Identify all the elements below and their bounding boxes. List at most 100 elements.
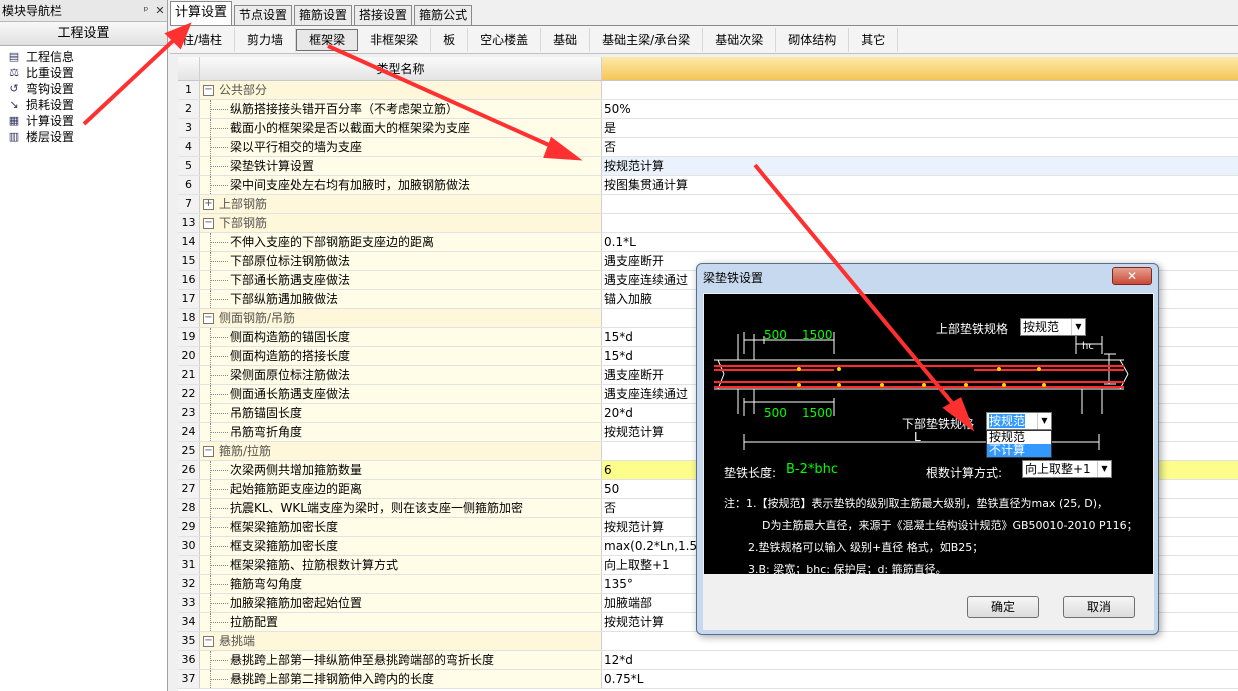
row-value[interactable]: 0.75*L	[602, 670, 1238, 688]
row-value[interactable]: 12*d	[602, 651, 1238, 669]
group-row[interactable]: 7 + 上部钢筋	[178, 195, 1238, 214]
tab[interactable]: 箍筋公式	[414, 5, 473, 25]
upper-pad-select[interactable]: 按规范 ▼	[1020, 318, 1086, 336]
close-icon[interactable]: ✕	[153, 4, 167, 17]
row-name: 悬挑跨上部第一排纵筋伸至悬挑跨端部的弯折长度	[230, 653, 495, 667]
nav-item[interactable]: ↘ 损耗设置	[0, 96, 167, 112]
row-name-cell: 加腋梁箍筋加密起始位置	[200, 594, 602, 612]
tree-line	[200, 328, 228, 346]
tab[interactable]: 箍筋设置	[294, 5, 353, 25]
row-name-cell: 梁中间支座处左右均有加腋时，加腋钢筋做法	[200, 176, 602, 194]
tab[interactable]: 计算设置	[170, 1, 233, 25]
row-name-cell: 侧面构造筋的锚固长度	[200, 328, 602, 346]
row-number: 26	[178, 461, 200, 479]
expand-icon[interactable]: +	[203, 198, 214, 210]
subtab[interactable]: 板	[431, 27, 469, 52]
nav-section-header[interactable]: 工程设置	[0, 22, 167, 46]
row-name-cell: 不伸入支座的下部钢筋距支座边的距离	[200, 233, 602, 251]
table-row[interactable]: 36 悬挑跨上部第一排纵筋伸至悬挑跨端部的弯折长度 12*d	[178, 651, 1238, 670]
row-name-cell: 框架梁箍筋加密长度	[200, 518, 602, 536]
lower-pad-option[interactable]: 不计算	[987, 444, 1051, 457]
dialog-close-button[interactable]: ✕	[1112, 267, 1152, 285]
row-name: 上部钢筋	[219, 197, 268, 211]
subtab[interactable]: 剪力墙	[235, 27, 297, 52]
row-value[interactable]: 按图集贯通计算	[602, 176, 1238, 194]
pad-length-value[interactable]: B-2*bhc	[786, 462, 838, 477]
row-name-cell: − 公共部分	[200, 81, 602, 99]
lower-pad-select[interactable]: 按规范 ▼	[986, 412, 1052, 430]
tab[interactable]: 搭接设置	[354, 5, 413, 25]
nav-item-label: 弯钩设置	[26, 81, 75, 96]
subtab[interactable]: 基础	[541, 27, 591, 52]
table-row[interactable]: 14 不伸入支座的下部钢筋距支座边的距离 0.1*L	[178, 233, 1238, 252]
subtab[interactable]: 基础主梁/承台梁	[590, 27, 704, 52]
row-value[interactable]: 按规范计算	[602, 157, 1238, 175]
cancel-button[interactable]: 取消	[1063, 596, 1135, 618]
row-name: 吊筋弯折角度	[230, 425, 303, 439]
dim-500-top: 500	[764, 328, 787, 342]
table-row[interactable]: 6 梁中间支座处左右均有加腋时，加腋钢筋做法 按图集贯通计算	[178, 176, 1238, 195]
subtab-bar: 柱/墙柱 剪力墙 框架梁 非框架梁板空心楼盖 基础 基础主梁/承台梁 基础次梁 砌体结构 其它	[170, 26, 1238, 54]
row-name: 悬挑端	[219, 634, 256, 648]
nav-item[interactable]: ▥ 楼层设置	[0, 128, 167, 144]
row-value[interactable]: 0.1*L	[602, 233, 1238, 251]
table-row[interactable]: 4 梁以平行相交的墙为支座 否	[178, 138, 1238, 157]
tab[interactable]: 节点设置	[234, 5, 293, 25]
row-name: 框支梁箍筋加密长度	[230, 539, 339, 553]
row-number: 30	[178, 537, 200, 555]
nav-item[interactable]: ⚖ 比重设置	[0, 64, 167, 80]
row-value[interactable]: 50%	[602, 100, 1238, 118]
note-line: 注：1.【按规范】表示垫铁的级别取主筋最大级别，垫铁直径为max (25, D)…	[724, 497, 1108, 510]
tree-line	[200, 157, 228, 175]
table-row[interactable]: 37 悬挑跨上部第二排钢筋伸入跨内的长度 0.75*L	[178, 670, 1238, 689]
row-name: 起始箍筋距支座边的距离	[230, 482, 363, 496]
tree-line	[200, 518, 228, 536]
tree-line	[200, 594, 228, 612]
row-value[interactable]: 否	[602, 138, 1238, 156]
row-name-cell: 框支梁箍筋加密长度	[200, 537, 602, 555]
row-name-cell: 梁侧面原位标注筋做法	[200, 366, 602, 384]
beam-pad-dialog: 梁垫铁设置 ✕ 500 1500 500 1500 hc L 上部垫铁规格 按规…	[696, 263, 1159, 635]
pin-icon[interactable]: ᵖ	[139, 4, 153, 17]
collapse-icon[interactable]: −	[203, 635, 214, 647]
subtab[interactable]: 砌体结构	[776, 27, 850, 52]
nav-item[interactable]: ↺ 弯钩设置	[0, 80, 167, 96]
subtab[interactable]: 基础次梁	[703, 27, 777, 52]
row-name-cell: 箍筋弯勾角度	[200, 575, 602, 593]
row-name-cell: 下部原位标注钢筋做法	[200, 252, 602, 270]
nav-item[interactable]: ▤ 工程信息	[0, 48, 167, 64]
tree-line	[200, 233, 228, 251]
table-row[interactable]: 2 纵筋搭接接头错开百分率（不考虑架立筋） 50%	[178, 100, 1238, 119]
row-name: 侧面钢筋/吊筋	[219, 311, 296, 325]
collapse-icon[interactable]: −	[203, 217, 214, 229]
table-row[interactable]: 3 截面小的框架梁是否以截面大的框架梁为支座 是	[178, 119, 1238, 138]
tree-line	[200, 347, 228, 365]
subtab[interactable]: 非框架梁	[358, 27, 432, 52]
nav-item[interactable]: ▦ 计算设置	[0, 112, 167, 128]
table-row[interactable]: 5 梁垫铁计算设置 按规范计算	[178, 157, 1238, 176]
row-name: 不伸入支座的下部钢筋距支座边的距离	[230, 235, 435, 249]
collapse-icon[interactable]: −	[203, 445, 214, 457]
row-value[interactable]: 是	[602, 119, 1238, 137]
dialog-body: 500 1500 500 1500 hc L 上部垫铁规格 按规范 ▼ 下部垫铁…	[703, 293, 1154, 630]
upper-pad-label: 上部垫铁规格	[936, 322, 1009, 336]
count-mode-select[interactable]: 向上取整+1 ▼	[1022, 460, 1112, 478]
subtab[interactable]: 空心楼盖	[468, 27, 542, 52]
dim-hc: hc	[1082, 341, 1094, 352]
subtab[interactable]: 柱/墙柱	[170, 27, 236, 52]
subtab[interactable]: 其它	[849, 27, 899, 52]
project-info-icon: ▤	[8, 49, 20, 63]
ok-button[interactable]: 确定	[967, 596, 1039, 618]
group-row[interactable]: 1− 公共部分	[178, 81, 1238, 100]
tree-line	[200, 366, 228, 384]
collapse-icon[interactable]: −	[203, 84, 214, 96]
group-row[interactable]: 13− 下部钢筋	[178, 214, 1238, 233]
row-name: 拉筋配置	[230, 615, 279, 629]
row-name: 梁以平行相交的墙为支座	[230, 140, 363, 154]
row-name-cell: 梁垫铁计算设置	[200, 157, 602, 175]
row-name-cell: 下部通长筋遇支座做法	[200, 271, 602, 289]
row-number: 4	[178, 138, 200, 156]
subtab[interactable]: 框架梁	[296, 28, 359, 51]
collapse-icon[interactable]: −	[203, 312, 214, 324]
row-name: 下部原位标注钢筋做法	[230, 254, 351, 268]
